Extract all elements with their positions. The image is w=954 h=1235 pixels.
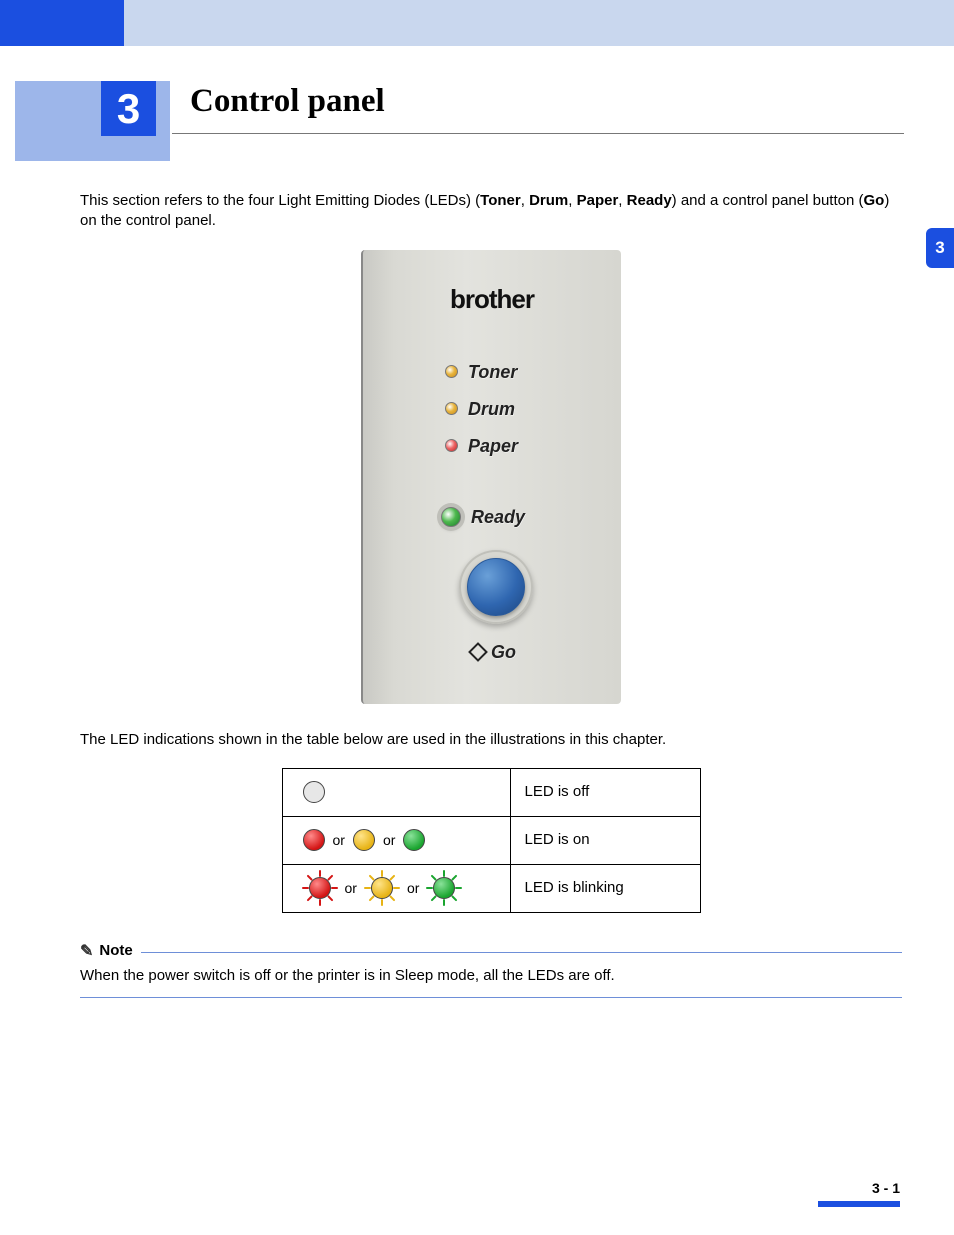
led-icon bbox=[445, 439, 458, 452]
diamond-icon bbox=[468, 642, 488, 662]
table-row: or or LED is blinking bbox=[282, 864, 700, 912]
panel-led-ready: Ready bbox=[441, 505, 525, 529]
page-header-blue-block bbox=[0, 0, 124, 46]
panel-led-label: Toner bbox=[468, 360, 517, 384]
intro-text-pre: This section refers to the four Light Em… bbox=[80, 192, 480, 209]
intro-led-3: Ready bbox=[627, 192, 672, 209]
note-block: ✎ Note When the power switch is off or t… bbox=[80, 941, 902, 998]
panel-led-drum: Drum bbox=[445, 397, 515, 421]
page-footer: 3 - 1 bbox=[80, 1180, 900, 1207]
led-off-icon bbox=[303, 781, 325, 803]
panel-led-label: Paper bbox=[468, 434, 518, 458]
panel-led-label: Drum bbox=[468, 397, 515, 421]
led-blinking-icon-cell: or or bbox=[282, 864, 510, 912]
table-row: LED is off bbox=[282, 768, 700, 816]
go-button-inner bbox=[467, 558, 525, 616]
side-chapter-tab: 3 bbox=[926, 228, 954, 268]
note-text: When the power switch is off or the prin… bbox=[80, 966, 902, 986]
panel-go-label-row: Go bbox=[471, 640, 516, 664]
intro-led-1: Drum bbox=[529, 192, 568, 209]
led-on-icon-cell: or or bbox=[282, 816, 510, 864]
go-button-illustration bbox=[459, 550, 533, 624]
led-on-green-icon bbox=[403, 829, 425, 851]
chapter-number: 3 bbox=[101, 81, 156, 136]
panel-led-paper: Paper bbox=[445, 434, 518, 458]
led-blinking-green-icon bbox=[427, 871, 461, 905]
panel-go-label: Go bbox=[491, 640, 516, 664]
chapter-title-rule bbox=[172, 133, 904, 134]
led-on-red-icon bbox=[303, 829, 325, 851]
or-text: or bbox=[383, 831, 395, 850]
led-icon bbox=[445, 402, 458, 415]
intro-led-0: Toner bbox=[480, 192, 521, 209]
chapter-number-tab: 3 bbox=[15, 81, 170, 161]
intro-sep-1: , bbox=[568, 192, 576, 209]
or-text: or bbox=[345, 879, 357, 898]
table-row: or or LED is on bbox=[282, 816, 700, 864]
chapter-heading: 3 Control panel bbox=[0, 71, 954, 161]
led-on-yellow-icon bbox=[353, 829, 375, 851]
brother-logo: brother bbox=[363, 282, 621, 317]
led-on-desc: LED is on bbox=[510, 816, 700, 864]
led-off-icon-cell bbox=[282, 768, 510, 816]
page-number: 3 - 1 bbox=[872, 1180, 900, 1196]
led-icon bbox=[445, 365, 458, 378]
intro-button: Go bbox=[863, 192, 884, 209]
note-bottom-rule bbox=[80, 997, 902, 998]
footer-bar bbox=[80, 1201, 900, 1207]
led-blinking-desc: LED is blinking bbox=[510, 864, 700, 912]
led-indication-table: LED is off or or LED is on or o bbox=[282, 768, 701, 913]
intro-led-2: Paper bbox=[577, 192, 619, 209]
or-text: or bbox=[333, 831, 345, 850]
note-top-rule bbox=[141, 952, 902, 953]
panel-led-toner: Toner bbox=[445, 360, 517, 384]
page-header-band bbox=[0, 0, 954, 46]
panel-led-label: Ready bbox=[471, 505, 525, 529]
led-blinking-red-icon bbox=[303, 871, 337, 905]
intro-paragraph: This section refers to the four Light Em… bbox=[80, 191, 902, 232]
note-label: ✎ Note bbox=[80, 941, 133, 963]
led-table-intro: The LED indications shown in the table b… bbox=[80, 730, 902, 750]
intro-text-mid: ) and a control panel button ( bbox=[672, 192, 864, 209]
intro-sep-0: , bbox=[521, 192, 529, 209]
note-label-text: Note bbox=[99, 941, 132, 961]
led-blinking-yellow-icon bbox=[365, 871, 399, 905]
pencil-icon: ✎ bbox=[80, 941, 93, 963]
chapter-title: Control panel bbox=[190, 83, 385, 120]
intro-sep-2: , bbox=[618, 192, 626, 209]
led-off-desc: LED is off bbox=[510, 768, 700, 816]
control-panel-illustration: brother Toner Drum Paper Ready Go bbox=[361, 250, 621, 704]
or-text: or bbox=[407, 879, 419, 898]
led-icon bbox=[441, 507, 461, 527]
